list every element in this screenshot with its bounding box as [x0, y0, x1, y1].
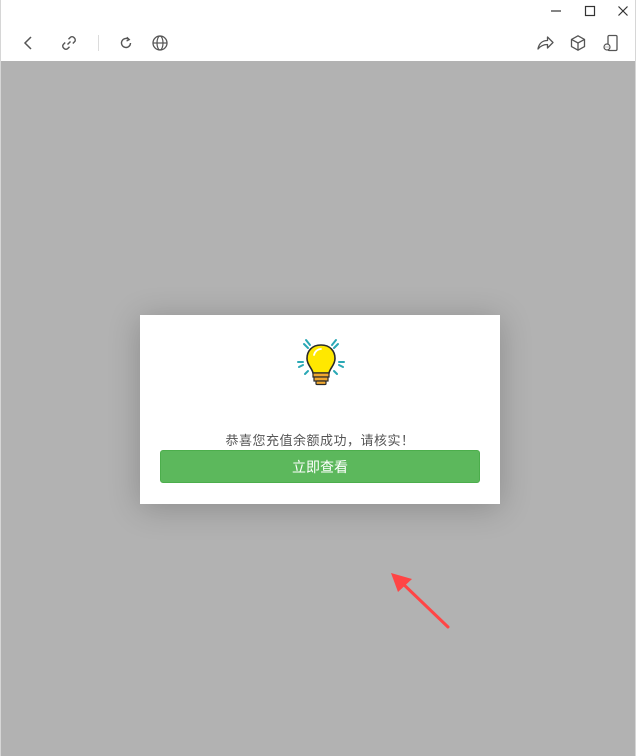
minimize-button[interactable]	[545, 2, 567, 20]
cube-icon	[570, 35, 586, 51]
minimize-icon	[551, 10, 561, 12]
maximize-icon	[584, 5, 596, 17]
back-button[interactable]	[17, 31, 41, 55]
copy-link-button[interactable]	[57, 31, 81, 55]
back-icon	[23, 36, 32, 50]
title-bar	[1, 0, 635, 24]
link-icon	[62, 36, 76, 50]
arrow-icon	[391, 573, 450, 629]
toolbar	[1, 24, 635, 61]
share-button[interactable]	[533, 31, 557, 55]
globe-icon	[152, 35, 168, 51]
refresh-button[interactable]	[114, 31, 138, 55]
lightbulb-icon	[297, 339, 345, 386]
phone-button[interactable]	[599, 31, 623, 55]
share-icon	[537, 36, 554, 50]
view-now-button[interactable]: 立即查看	[160, 450, 480, 483]
mini-program-button[interactable]	[566, 31, 590, 55]
maximize-button[interactable]	[579, 2, 601, 20]
close-icon	[618, 6, 628, 16]
success-dialog: 恭喜您充值余额成功，请核实！ 立即查看	[140, 315, 500, 504]
phone-icon	[603, 34, 618, 52]
refresh-icon	[120, 36, 132, 49]
toolbar-separator	[98, 35, 99, 51]
close-button[interactable]	[612, 2, 634, 20]
page-content-overlay: 恭喜您充值余额成功，请核实！ 立即查看	[1, 61, 635, 756]
open-in-browser-button[interactable]	[148, 31, 172, 55]
success-message: 恭喜您充值余额成功，请核实！	[225, 434, 415, 449]
browser-window: 恭喜您充值余额成功，请核实！ 立即查看	[0, 0, 636, 756]
